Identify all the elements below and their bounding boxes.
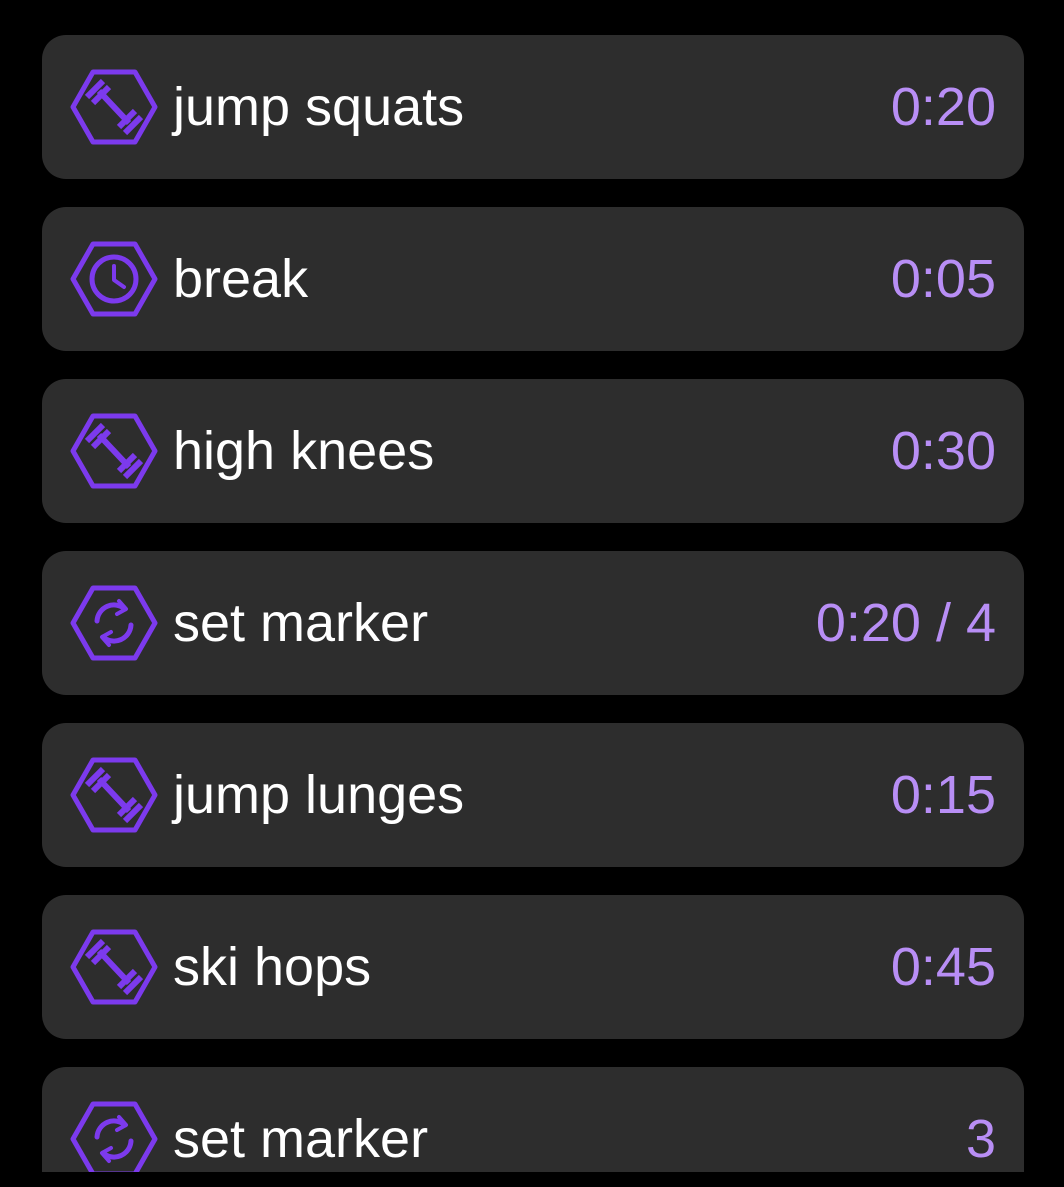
set-repeats: 3: [965, 1109, 996, 1169]
exercise-duration: 0:05: [890, 249, 996, 309]
dumbbell-icon: [70, 413, 158, 489]
workout-step-list: jump squats 0:20 break 0:05 high knees 0…: [0, 0, 1064, 1172]
exercise-name: ski hops: [173, 937, 372, 997]
exercise-name: jump lunges: [173, 765, 465, 825]
exercise-duration: 0:20: [890, 77, 996, 137]
exercise-name: high knees: [173, 421, 435, 481]
exercise-duration: 0:30: [890, 421, 996, 481]
bottom-edge: [0, 1172, 1064, 1187]
exercise-name: set marker: [173, 1109, 429, 1169]
list-item-break[interactable]: break 0:05: [42, 207, 1024, 351]
dumbbell-icon: [70, 757, 158, 833]
clock-icon: [70, 241, 158, 317]
exercise-duration: 0:45: [890, 937, 996, 997]
exercise-name: jump squats: [173, 77, 465, 137]
exercise-name: set marker: [173, 593, 429, 653]
set-duration-repeats: 0:20 / 4: [815, 593, 996, 653]
list-item-set-marker-2[interactable]: set marker 3: [42, 1067, 1024, 1172]
list-item-jump-squats[interactable]: jump squats 0:20: [42, 35, 1024, 179]
list-item-set-marker[interactable]: set marker 0:20 / 4: [42, 551, 1024, 695]
list-item-high-knees[interactable]: high knees 0:30: [42, 379, 1024, 523]
repeat-icon: [70, 1101, 158, 1172]
exercise-name: break: [173, 249, 309, 309]
list-item-jump-lunges[interactable]: jump lunges 0:15: [42, 723, 1024, 867]
exercise-duration: 0:15: [890, 765, 996, 825]
repeat-icon: [70, 585, 158, 661]
list-item-ski-hops[interactable]: ski hops 0:45: [42, 895, 1024, 1039]
dumbbell-icon: [70, 929, 158, 1005]
dumbbell-icon: [70, 69, 158, 145]
